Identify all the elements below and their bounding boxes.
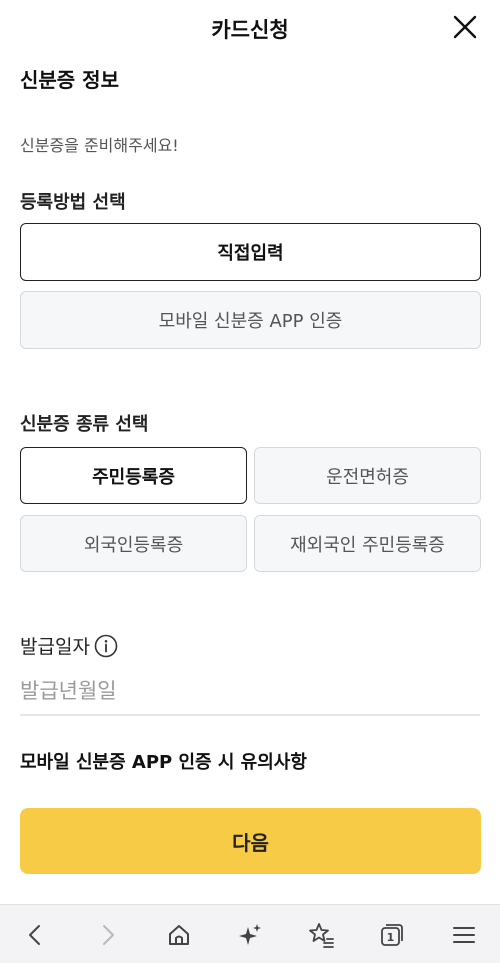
method-option-direct[interactable]: 직접입력 xyxy=(20,223,481,281)
hint-text: 신분증을 준비해주세요! xyxy=(20,136,179,155)
home-button[interactable] xyxy=(163,919,195,951)
id-type-foreigner-card[interactable]: 외국인등록증 xyxy=(20,515,247,572)
close-icon xyxy=(453,15,477,39)
page-title: 카드신청 xyxy=(211,18,289,42)
sparkle-icon xyxy=(239,924,261,945)
browser-bottom-bar: 1 xyxy=(0,904,500,963)
forward-icon xyxy=(103,925,114,945)
method-option-label: 모바일 신분증 APP 인증 xyxy=(158,311,343,332)
issue-date-label: 발급일자 xyxy=(20,632,118,659)
close-button[interactable] xyxy=(450,12,480,42)
method-option-mobile-app[interactable]: 모바일 신분증 APP 인증 xyxy=(20,291,481,349)
method-option-label: 직접입력 xyxy=(217,243,284,264)
tabs-icon: 1 xyxy=(381,924,403,946)
home-icon xyxy=(169,925,189,945)
info-icon[interactable] xyxy=(94,634,118,658)
id-type-option-label: 운전면허증 xyxy=(326,466,409,488)
method-label: 등록방법 선택 xyxy=(20,192,126,213)
menu-icon xyxy=(453,927,475,943)
bookmarks-button[interactable] xyxy=(305,919,337,951)
tab-count: 1 xyxy=(387,931,395,944)
bookmark-star-icon xyxy=(309,923,334,948)
assistant-button[interactable] xyxy=(234,919,266,951)
notice-title: 모바일 신분증 APP 인증 시 유의사항 xyxy=(20,752,307,773)
issue-date-input[interactable] xyxy=(20,668,480,716)
id-type-option-label: 재외국인 주민등록증 xyxy=(290,534,445,556)
issue-date-label-text: 발급일자 xyxy=(20,636,90,658)
tabs-button[interactable]: 1 xyxy=(376,919,408,951)
next-button[interactable]: 다음 xyxy=(20,808,481,874)
menu-button[interactable] xyxy=(448,919,480,951)
forward-button[interactable] xyxy=(92,919,124,951)
id-type-option-label: 외국인등록증 xyxy=(83,534,184,556)
id-type-resident-card[interactable]: 주민등록증 xyxy=(20,447,247,504)
id-type-option-label: 주민등록증 xyxy=(92,466,175,488)
section-title: 신분증 정보 xyxy=(20,68,119,92)
id-type-label: 신분증 종류 선택 xyxy=(20,414,149,435)
header: 카드신청 xyxy=(0,0,500,58)
id-type-overseas-resident-card[interactable]: 재외국인 주민등록증 xyxy=(254,515,481,572)
back-icon xyxy=(29,925,40,945)
id-type-driver-license[interactable]: 운전면허증 xyxy=(254,447,481,504)
back-button[interactable] xyxy=(19,919,51,951)
